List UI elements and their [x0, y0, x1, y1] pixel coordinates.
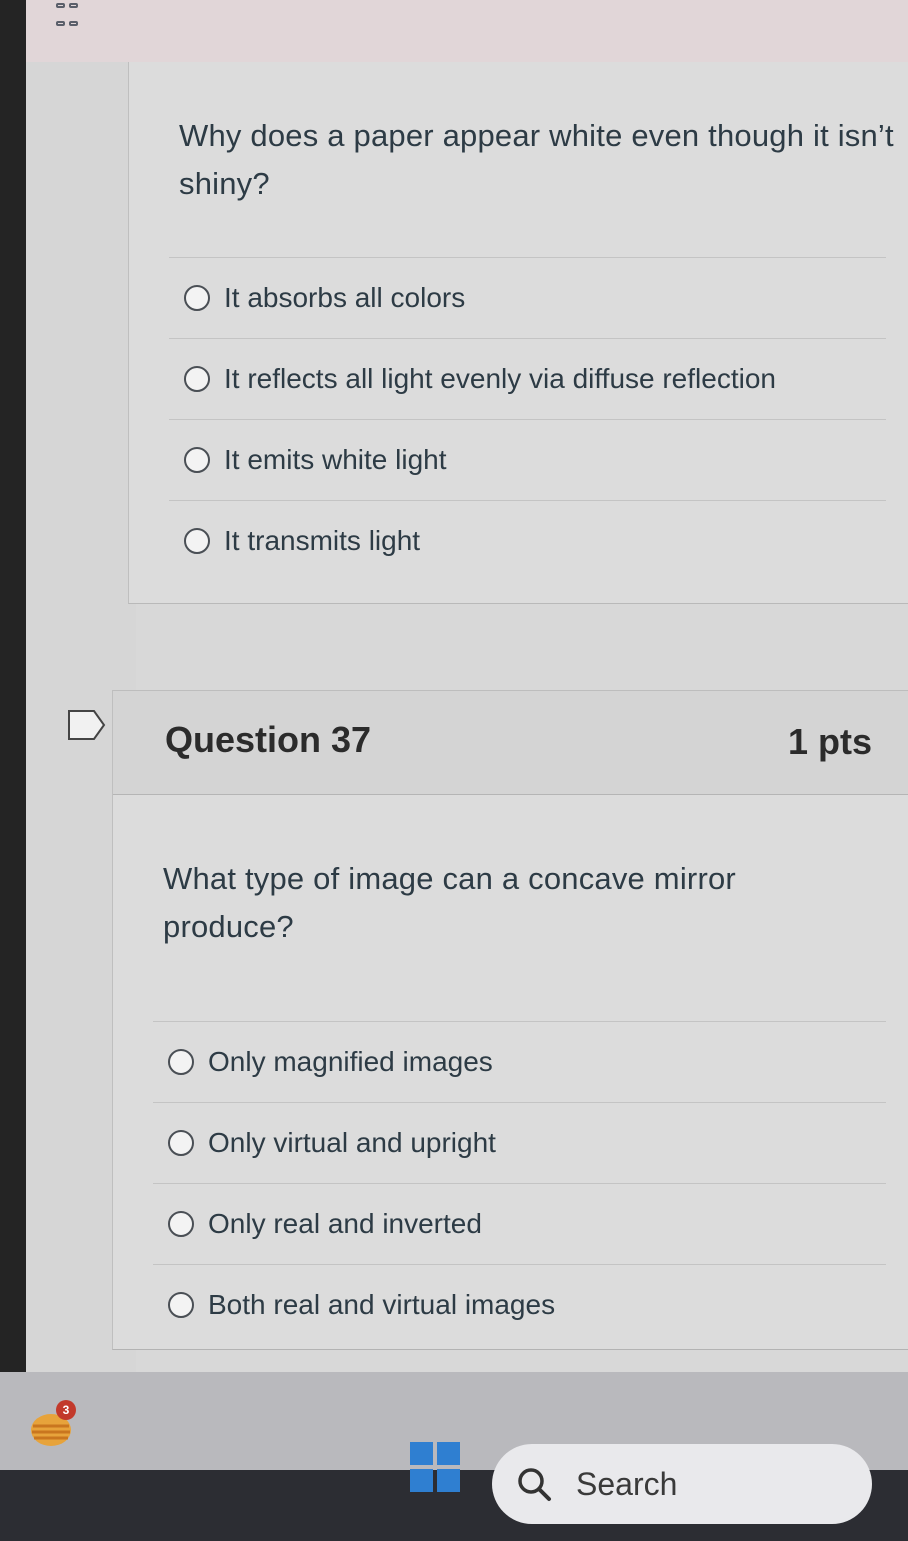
question-card: Question 37 1 pts What type of image can… [112, 690, 908, 1350]
radio-button[interactable] [168, 1292, 194, 1318]
radio-button[interactable] [168, 1211, 194, 1237]
answer-option[interactable]: It absorbs all colors [169, 257, 886, 338]
answer-option[interactable]: It reflects all light evenly via diffuse… [169, 338, 886, 419]
question-header: Question 37 1 pts [113, 691, 908, 795]
answer-option[interactable]: Both real and virtual images [153, 1264, 886, 1345]
answer-label: It absorbs all colors [224, 282, 466, 313]
answer-option[interactable]: Only virtual and upright [153, 1102, 886, 1183]
question-text: Why does a paper appear white even thoug… [179, 118, 894, 201]
radio-button[interactable] [184, 447, 210, 473]
question-text: What type of image can a concave mirror … [163, 861, 736, 944]
answer-option[interactable]: It emits white light [169, 419, 886, 500]
radio-button[interactable] [184, 528, 210, 554]
answer-label: It transmits light [224, 525, 421, 556]
answer-label: Only magnified images [208, 1046, 493, 1077]
search-label: Search [576, 1465, 678, 1502]
top-bar [26, 0, 908, 62]
radio-button[interactable] [168, 1130, 194, 1156]
answer-option[interactable]: Only real and inverted [153, 1183, 886, 1264]
answer-label: Only virtual and upright [208, 1127, 496, 1158]
search-icon [518, 1468, 551, 1501]
answer-label: Only real and inverted [208, 1208, 482, 1239]
answer-label: Both real and virtual images [208, 1289, 556, 1320]
screen-bezel [0, 0, 26, 1541]
answer-list: It absorbs all colors It reflects all li… [169, 257, 886, 581]
notification-badge: 3 [56, 1400, 76, 1420]
answer-option[interactable]: Only magnified images [153, 1021, 886, 1102]
radio-button[interactable] [184, 285, 210, 311]
flag-question-icon[interactable] [68, 710, 106, 740]
answer-option[interactable]: It transmits light [169, 500, 886, 581]
question-points: 1 pts [787, 721, 872, 762]
answer-label: It reflects all light evenly via diffuse… [224, 363, 776, 394]
taskbar-search[interactable]: Search [492, 1444, 872, 1524]
answer-label: It emits white light [224, 444, 447, 475]
answer-list: Only magnified images Only virtual and u… [153, 1021, 886, 1345]
radio-button[interactable] [184, 366, 210, 392]
app-grid-icon[interactable] [56, 0, 80, 33]
previous-question-card: Why does a paper appear white even thoug… [128, 62, 908, 604]
start-button[interactable] [410, 1442, 460, 1492]
question-title: Question 37 [165, 719, 372, 760]
radio-button[interactable] [168, 1049, 194, 1075]
